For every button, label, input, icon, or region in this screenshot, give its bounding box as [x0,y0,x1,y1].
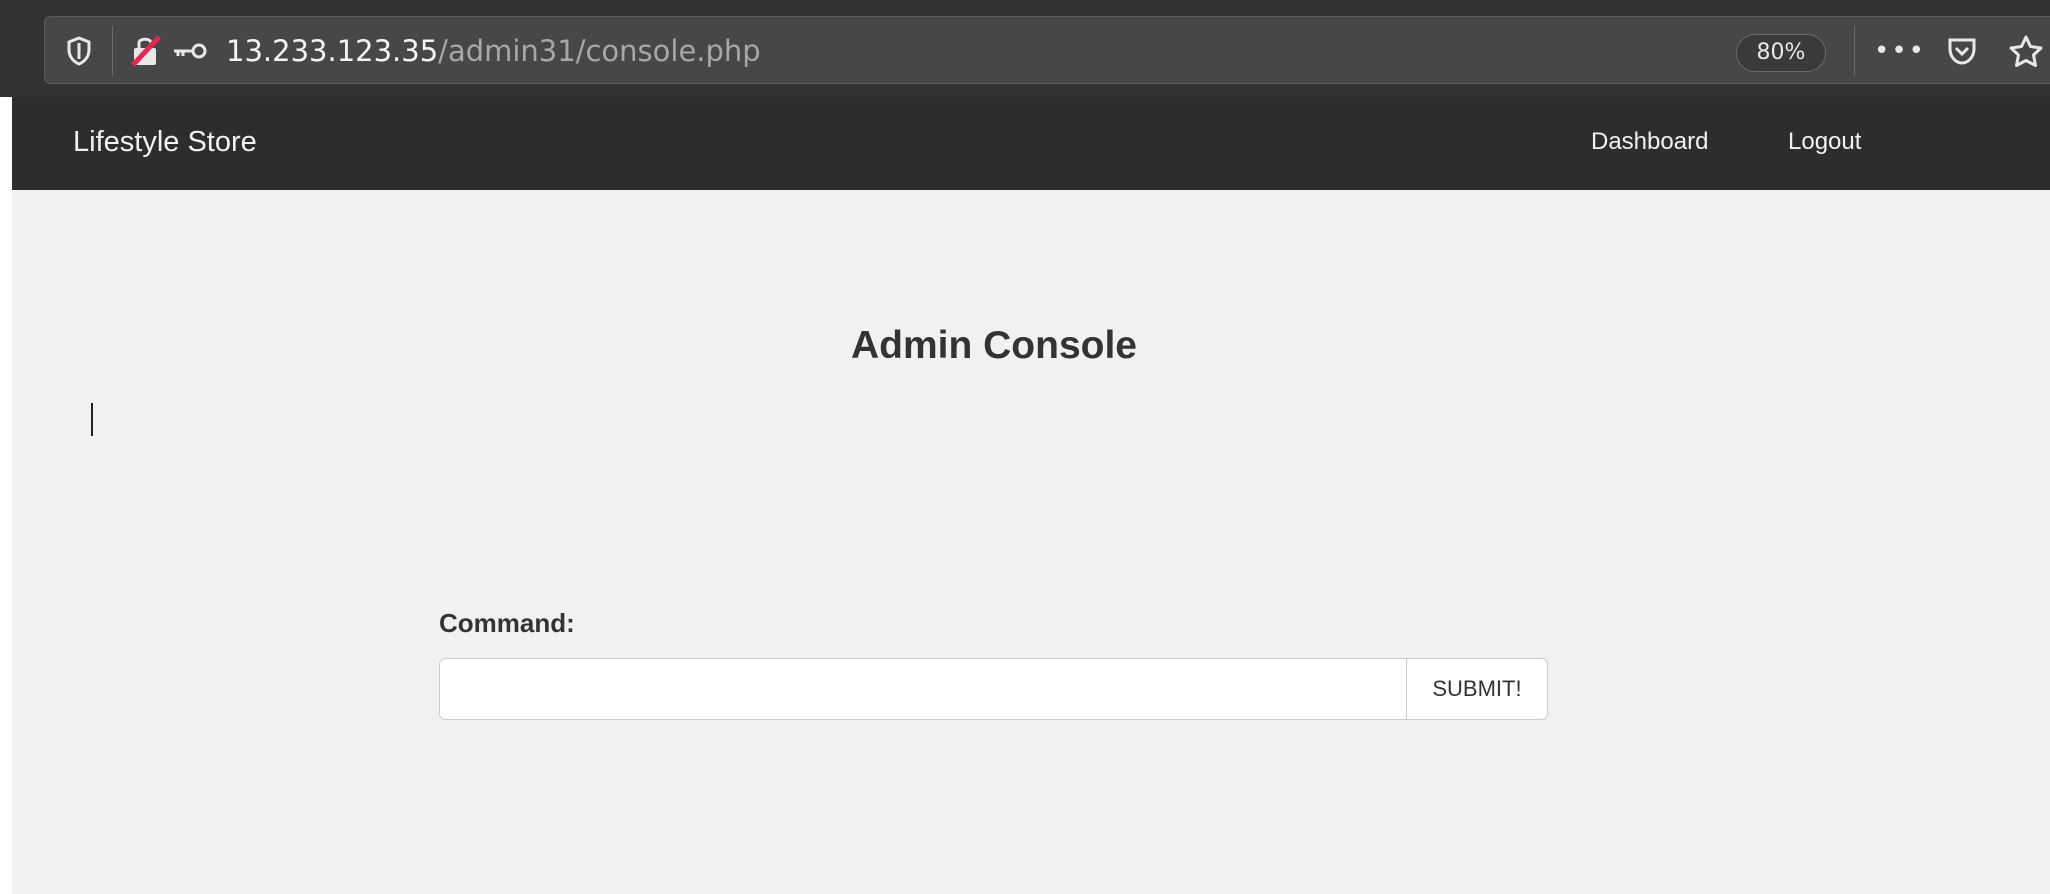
nav-link-dashboard[interactable]: Dashboard [1591,127,1708,157]
toolbar-separator [112,26,113,76]
main-content: Admin Console Command: SUBMIT! [12,190,2050,894]
text-cursor [91,403,93,436]
zoom-level-badge[interactable]: 80% [1736,34,1826,72]
url-path: /admin31/console.php [438,34,761,68]
site-navbar: Lifestyle Store Dashboard Logout [12,97,2050,190]
brand-link[interactable]: Lifestyle Store [73,125,257,159]
pocket-icon[interactable] [1942,33,1982,69]
submit-button[interactable]: SUBMIT! [1406,658,1548,720]
command-label: Command: [439,608,575,638]
page-title: Admin Console [850,324,1137,367]
command-input[interactable] [439,658,1407,720]
browser-toolbar: 13.233.123.35/admin31/console.php 80% ••… [0,0,2050,97]
toolbar-separator [1854,26,1855,76]
key-icon[interactable] [170,33,210,69]
url-text[interactable]: 13.233.123.35/admin31/console.php [226,31,761,71]
more-options-icon[interactable]: ••• [1874,33,1924,69]
url-host: 13.233.123.35 [226,34,439,68]
nav-link-logout[interactable]: Logout [1788,127,1861,157]
insecure-lock-icon[interactable] [128,33,164,69]
bookmark-star-icon[interactable] [2006,33,2046,69]
tracking-protection-shield-icon[interactable] [62,33,96,69]
